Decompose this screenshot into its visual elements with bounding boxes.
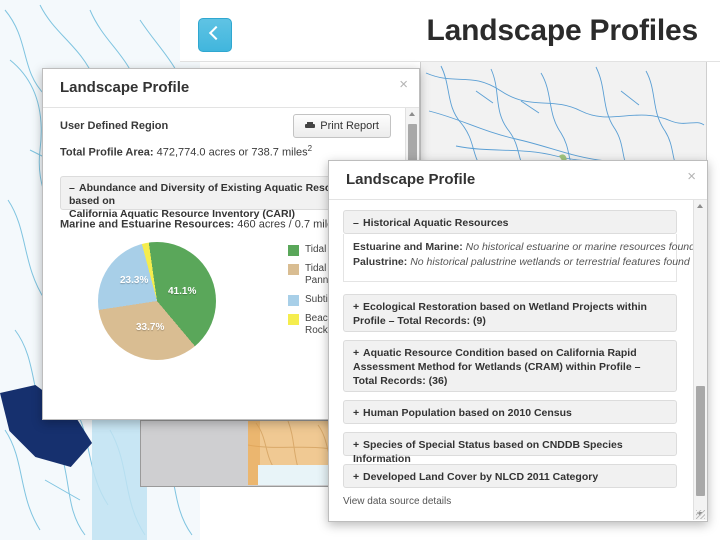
region-label: User Defined Region	[60, 120, 169, 132]
printer-icon	[305, 122, 316, 130]
historical-row-0-label: Estuarine and Marine:	[353, 241, 463, 253]
accordion-aquatic-resource-condition[interactable]: + Aquatic Resource Condition based on Cal…	[343, 340, 677, 392]
pie-label-1: 33.7%	[136, 322, 165, 333]
marine-value: 460 acres / 0.7 miles	[237, 218, 339, 231]
chevron-left-icon	[208, 25, 224, 41]
historical-row-estuarine: Estuarine and Marine: No historical estu…	[353, 240, 695, 255]
page-header: Landscape Profiles	[180, 0, 720, 62]
accordion-developed-land-cover[interactable]: + Developed Land Cover by NLCD 2011 Categ…	[343, 464, 677, 488]
area-superscript: 2	[307, 144, 313, 153]
accordion-human-population[interactable]: + Human Population based on 2010 Census	[343, 400, 677, 424]
pie-label-2: 23.3%	[120, 275, 149, 286]
historical-row-palustrine: Palustrine: No historical palustrine wet…	[353, 255, 690, 270]
river-lines-top	[425, 65, 705, 170]
dialog1-titlebar[interactable]: Landscape Profile ×	[43, 69, 419, 108]
historical-label: Historical Aquatic Resources	[363, 217, 509, 229]
scrollbar-thumb[interactable]	[696, 386, 705, 496]
marine-label: Marine and Estuarine Resources:	[60, 218, 235, 231]
legend-swatch	[288, 245, 299, 256]
accordion-label-0: Ecological Restoration based on Wetland …	[353, 301, 647, 327]
total-profile-area-value: 472,774.0 acres or 738.7 miles	[156, 146, 308, 159]
scroll-up-icon[interactable]	[697, 204, 703, 208]
historical-row-1-value: No historical palustrine wetlands or ter…	[410, 256, 690, 268]
accordion-species-special-status[interactable]: + Species of Special Status based on CNDD…	[343, 432, 677, 465]
resize-grip[interactable]	[696, 510, 705, 519]
legend-swatch	[288, 295, 299, 306]
scroll-up-icon[interactable]	[409, 112, 415, 116]
map-water-strip	[92, 420, 147, 540]
view-data-source-details-link[interactable]: View data source details	[343, 496, 451, 507]
map-panel-top-right[interactable]	[420, 60, 707, 172]
legend-swatch	[288, 314, 299, 325]
total-profile-area: Total Profile Area: 472,774.0 acres or 7…	[60, 144, 312, 159]
accordion-line1: Abundance and Diversity of Existing Aqua…	[69, 182, 360, 207]
expand-sign: +	[353, 439, 360, 451]
accordion-label-2: Human Population based on 2010 Census	[363, 407, 572, 419]
dialog1-title: Landscape Profile	[60, 79, 190, 96]
historical-row-0-value: No historical estuarine or marine resour…	[465, 241, 695, 253]
collapse-sign: –	[69, 182, 75, 194]
accordion-label-3: Species of Special Status based on CNDDB…	[353, 439, 623, 465]
total-profile-area-label: Total Profile Area:	[60, 146, 154, 159]
dialog2-title: Landscape Profile	[346, 171, 476, 188]
accordion-label-4: Developed Land Cover by NLCD 2011 Catego…	[363, 471, 599, 483]
print-report-button[interactable]: Print Report	[293, 114, 391, 138]
expand-sign: +	[353, 407, 360, 419]
expand-sign: +	[353, 471, 360, 483]
close-icon[interactable]: ×	[687, 169, 696, 184]
accordion-ecological-restoration[interactable]: + Ecological Restoration based on Wetland…	[343, 294, 677, 332]
expand-sign: +	[353, 301, 360, 313]
historical-aquatic-resources-content: Estuarine and Marine: No historical estu…	[343, 234, 695, 282]
print-report-label: Print Report	[320, 120, 379, 132]
pie-label-0: 41.1%	[168, 286, 197, 297]
legend-swatch	[288, 264, 299, 275]
page-title: Landscape Profiles	[426, 14, 699, 47]
close-icon[interactable]: ×	[399, 77, 408, 92]
header-divider	[180, 61, 720, 62]
landscape-profile-dialog-2[interactable]: Landscape Profile × – Historical Aquatic …	[328, 160, 708, 522]
dialog2-body: – Historical Aquatic Resources Estuarine …	[329, 200, 707, 520]
accordion-label-1: Aquatic Resource Condition based on Cali…	[353, 347, 641, 387]
historical-row-1-label: Palustrine:	[353, 256, 408, 268]
dialog2-scrollbar[interactable]	[693, 200, 707, 520]
dialog2-titlebar[interactable]: Landscape Profile ×	[329, 161, 707, 200]
expand-sign: +	[353, 347, 360, 359]
accordion-historical-aquatic-resources[interactable]: – Historical Aquatic Resources	[343, 210, 677, 234]
collapse-sign: –	[353, 217, 359, 229]
back-button[interactable]	[198, 18, 232, 52]
pie-chart-graphic	[98, 242, 216, 360]
